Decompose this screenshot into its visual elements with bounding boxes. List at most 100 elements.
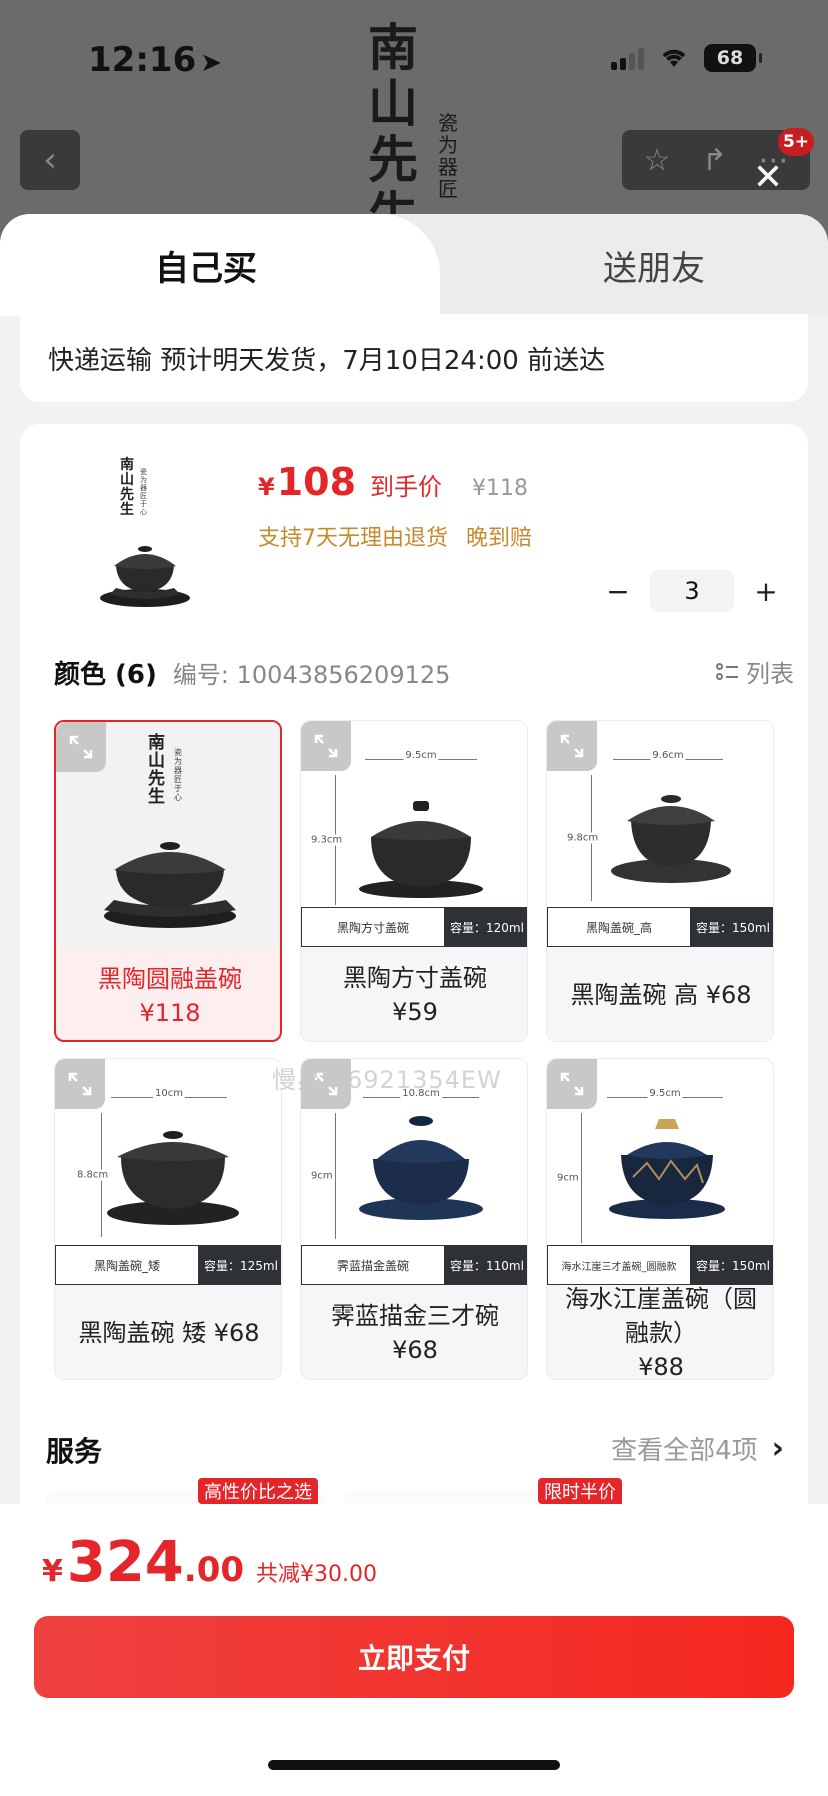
services-section: 服务 查看全部4项 › [20,1410,808,1490]
spec-capacity: 容量：120ml [445,907,527,947]
home-indicator [268,1760,560,1770]
color-option[interactable]: 10cm 8.8cm 黑陶盖碗_矮 容量：125ml 黑陶盖碗 矮 ¥68 [54,1058,282,1380]
spec-strip: 黑陶盖碗_矮 容量：125ml [55,1245,281,1285]
spec-name: 黑陶方寸盖碗 [301,907,445,947]
tab-gift[interactable]: 送朋友 [440,214,828,316]
color-section-header: 颜色 (6) 编号: 10043856209125 列表 [54,654,794,691]
tab-bar: 自己买 送朋友 [0,214,828,316]
pay-now-button[interactable]: 立即支付 [34,1616,794,1698]
increase-button[interactable]: + [748,573,784,609]
color-option-caption: 黑陶方寸盖碗 ¥59 [301,947,527,1041]
expand-icon[interactable] [547,1059,597,1109]
service-tag: 限时半价 [538,1478,622,1504]
total-currency: ¥ [42,1554,63,1589]
expand-icon[interactable] [55,1059,105,1109]
color-option[interactable]: 9.6cm 9.8cm 黑陶盖碗_高 容量：150ml 黑陶盖碗 高 ¥68 [546,720,774,1042]
product-thumbnail[interactable]: 南山先生 瓷为器 匠于心 [70,448,220,618]
color-option-name: 黑陶盖碗 矮 ¥68 [78,1319,260,1347]
gaiwan-image [100,546,190,607]
final-price-label: 到手价 [370,473,443,501]
color-option[interactable]: 10.8cm 9cm 霁蓝描金盖碗 容量：110ml 霁蓝描金三才碗 ¥68 [300,1058,528,1380]
delivery-info: 快递运输 预计明天发货，7月10日24:00 前送达 [20,314,808,402]
list-label: 列表 [746,660,794,688]
color-option-image: 南山先生 瓷为器 匠于心 [56,722,280,948]
final-price: 108 [276,460,357,504]
star-icon[interactable]: ☆ [644,143,671,178]
color-option-price: ¥59 [392,998,438,1026]
brand-logo-text: 南山先生 [368,18,418,241]
quantity-stepper: − 3 + [600,570,784,612]
list-view-toggle[interactable]: 列表 [716,654,794,689]
color-option[interactable]: 9.5cm 9.3cm 黑陶方寸盖碗 容量：120ml 黑陶方寸盖碗 ¥59 [300,720,528,1042]
spec-capacity: 容量：110ml [445,1245,527,1285]
spec-name: 黑陶盖碗_高 [547,907,691,947]
service-tag: 高性价比之选 [198,1478,318,1504]
back-button[interactable]: ‹ [20,130,80,190]
spec-capacity: 容量：150ml [691,1245,773,1285]
total-integer: 324 [66,1530,184,1595]
expand-icon[interactable] [56,722,106,772]
pay-now-label: 立即支付 [357,1642,470,1675]
color-option-caption: 海水江崖盖碗（圆融款） ¥88 [547,1285,773,1380]
close-icon[interactable]: ✕ [750,160,786,196]
return-policy: 支持7天无理由退货 [258,526,448,551]
color-option-price: ¥118 [139,999,201,1027]
color-option-price: ¥68 [392,1336,438,1364]
tab-self-buy[interactable]: 自己买 [0,214,440,316]
watermark: 慢星人6921354EW [272,1066,502,1094]
color-option-image: 9.5cm 9cm 海水江崖三才盖碗_圆融款 容量：150ml [547,1059,773,1285]
color-option[interactable]: 南山先生 瓷为器 匠于心 黑陶圆融盖碗 ¥118 [54,720,282,1042]
service-badges: 支持7天无理由退货 晚到赔 [258,520,532,552]
spec-capacity: 容量：150ml [691,907,773,947]
spec-strip: 霁蓝描金盖碗 容量：110ml [301,1245,527,1285]
chevron-right-icon: › [771,1431,784,1466]
color-option-caption: 黑陶圆融盖碗 ¥118 [56,948,280,1040]
spec-strip: 海水江崖三才盖碗_圆融款 容量：150ml [547,1245,773,1285]
battery-level: 68 [716,47,744,69]
color-option-name: 霁蓝描金三才碗 [331,1302,499,1330]
total-price: ¥ 324 .00 共减¥30.00 [42,1530,377,1595]
signal-icon [611,46,644,70]
total-decimal: .00 [183,1550,245,1590]
color-option-name: 黑陶圆融盖碗 [98,965,242,993]
tab-self-buy-label: 自己买 [155,248,257,289]
quantity-value[interactable]: 3 [650,570,734,612]
services-more-label: 查看全部4项 [611,1436,758,1466]
color-option-name: 海水江崖盖碗（圆融款） [565,1285,757,1347]
total-discount: 共减¥30.00 [256,1562,377,1587]
spec-strip: 黑陶方寸盖碗 容量：120ml [301,907,527,947]
notification-badge: 5+ [778,128,814,156]
expand-icon[interactable] [301,721,351,771]
status-time-text: 12:16 [88,40,197,80]
tab-gift-label: 送朋友 [603,248,705,289]
services-title: 服务 [46,1435,103,1468]
status-icons: 68 [611,44,762,72]
color-option-caption: 霁蓝描金三才碗 ¥68 [301,1285,527,1379]
decrease-button[interactable]: − [600,573,636,609]
chevron-left-icon: ‹ [43,140,57,180]
color-option-caption: 黑陶盖碗 高 ¥68 [547,947,773,1041]
status-time: 12:16 ➤ [88,40,222,80]
purchase-sheet: 自己买 送朋友 快递运输 预计明天发货，7月10日24:00 前送达 南山先生 … [0,214,828,1796]
brand-logo-subtext: 瓷为器 匠 [438,111,458,201]
currency-symbol: ¥ [258,473,275,501]
spec-capacity: 容量：125ml [199,1245,281,1285]
share-icon[interactable]: ↱ [702,143,727,178]
late-compensation: 晚到赔 [466,526,533,551]
services-more-link[interactable]: 查看全部4项 › [611,1430,784,1467]
list-icon [716,663,738,680]
expand-icon[interactable] [547,721,597,771]
background-page: 南山先生 瓷为器 匠 12:16 ➤ 68 ‹ ☆ ↱ ⋯ 5+ ✕ [0,0,828,240]
price-row: ¥ 108 到手价 ¥118 [258,460,528,504]
sku-number: 编号: 10043856209125 [172,661,451,689]
color-option-name: 黑陶盖碗 高 ¥68 [570,981,752,1009]
color-option[interactable]: 9.5cm 9cm 海水江崖三才盖碗_圆融款 容量：150ml 海水江崖盖碗（圆融… [546,1058,774,1380]
color-option-image: 10cm 8.8cm 黑陶盖碗_矮 容量：125ml [55,1059,281,1285]
spec-name: 霁蓝描金盖碗 [301,1245,445,1285]
location-icon: ➤ [200,48,223,78]
color-title: 颜色 (6) [54,660,157,690]
original-price: ¥118 [472,476,529,501]
spec-name: 黑陶盖碗_矮 [55,1245,199,1285]
delivery-text: 快递运输 预计明天发货，7月10日24:00 前送达 [48,345,606,376]
color-option-price: ¥88 [638,1353,684,1380]
